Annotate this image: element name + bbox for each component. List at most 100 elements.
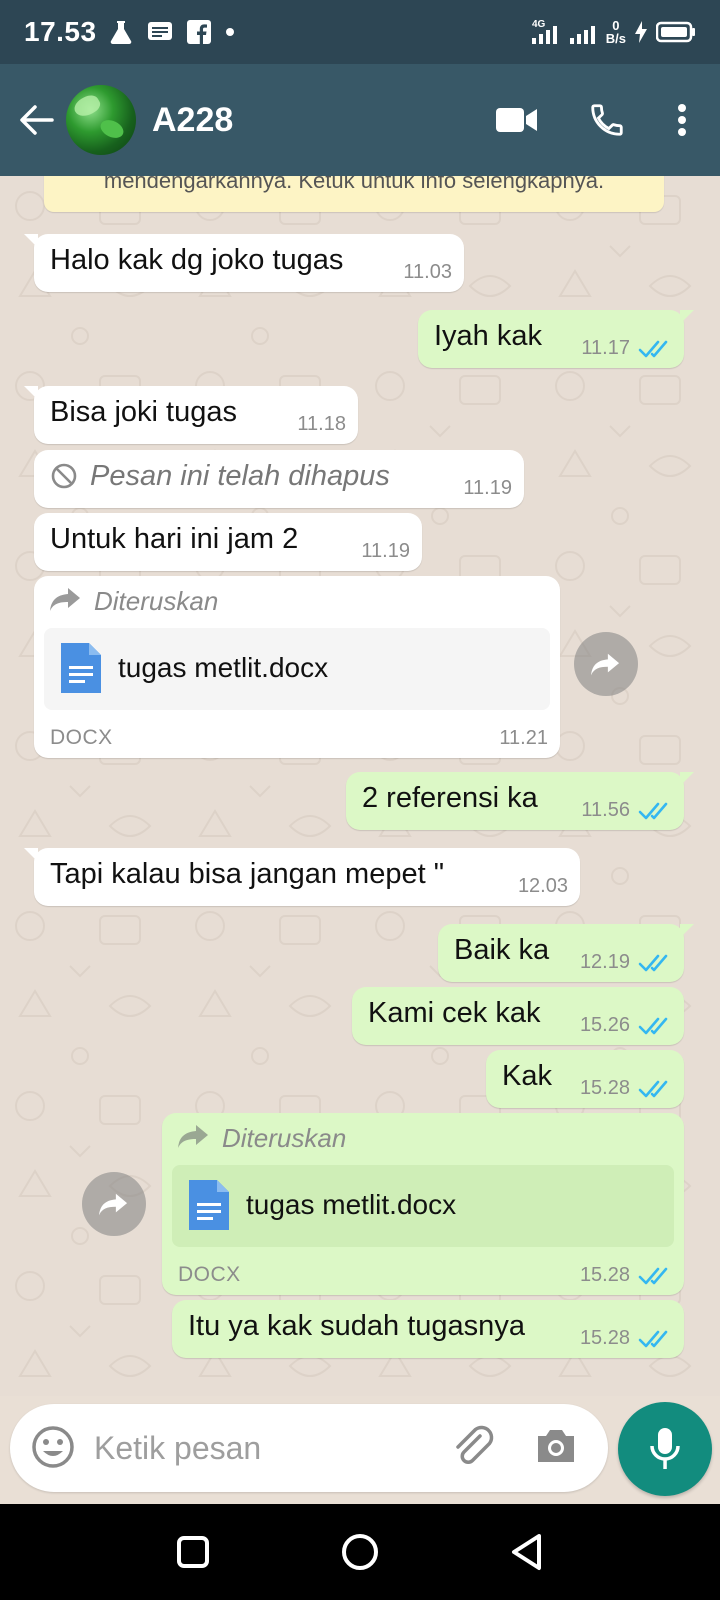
video-call-button[interactable]	[472, 85, 562, 155]
attach-button[interactable]	[450, 1424, 498, 1477]
message-input[interactable]	[94, 1422, 434, 1474]
message-bubble[interactable]: Halo kak dg joko tugas 11.03	[24, 234, 464, 292]
forwarded-label: Diteruskan	[222, 1123, 347, 1153]
bubble-tail	[24, 386, 38, 400]
voice-call-button[interactable]	[562, 85, 652, 155]
message-meta: 11.18	[297, 413, 346, 436]
message-text: Iyah kak	[434, 320, 542, 352]
recents-button[interactable]	[158, 1517, 228, 1587]
forward-share-button[interactable]	[574, 632, 638, 696]
message-bubble[interactable]: Iyah kak 11.17	[418, 310, 694, 368]
deleted-message-bubble[interactable]: Pesan ini telah dihapus 11.19	[34, 450, 524, 508]
home-circle-icon	[341, 1534, 378, 1570]
message-bubble[interactable]: Baik ka 12.19	[438, 924, 694, 982]
message-time: 15.26	[579, 1014, 630, 1036]
home-button[interactable]	[325, 1517, 395, 1587]
read-ticks-icon	[638, 1267, 668, 1284]
more-vert-icon	[678, 104, 686, 136]
back-arrow-icon	[20, 105, 54, 135]
message-text: Baik ka	[454, 934, 550, 966]
document-name: tugas metlit.docx	[118, 652, 329, 683]
status-bar: 17.53 4G 0 B/s	[0, 0, 720, 64]
bubble-tail	[680, 924, 694, 938]
chat-area[interactable]: mendengarkannya. Ketuk untuk info seleng…	[0, 176, 720, 1396]
document-attachment[interactable]: tugas metlit.docx	[172, 1165, 674, 1247]
phone-icon	[591, 104, 623, 136]
message-bubble[interactable]: 2 referensi ka 11.56	[346, 772, 694, 830]
status-time: 17.53	[24, 16, 97, 47]
message-meta: 12.19	[580, 951, 672, 974]
voice-record-button[interactable]	[618, 1402, 712, 1496]
message-meta: 15.28	[580, 1327, 672, 1350]
message-meta: 11.19	[463, 477, 512, 500]
forward-share-button[interactable]	[82, 1172, 146, 1236]
document-name: tugas metlit.docx	[246, 1189, 457, 1220]
message-time: 15.28	[579, 1264, 630, 1286]
read-ticks-icon	[638, 954, 668, 971]
microphone-icon	[650, 1428, 680, 1469]
message-time: 11.03	[403, 261, 452, 283]
facebook-icon	[186, 20, 211, 44]
share-arrow-icon	[591, 653, 620, 676]
read-ticks-icon	[638, 1017, 668, 1034]
more-options-button[interactable]	[652, 85, 712, 155]
message-meta: 15.26	[580, 1014, 672, 1037]
read-ticks-icon	[638, 1080, 668, 1097]
bubble-tail	[680, 310, 694, 324]
contact-name[interactable]: A228	[152, 101, 233, 140]
message-bubble[interactable]: Kami cek kak 15.26	[352, 987, 684, 1045]
video-call-icon	[496, 108, 537, 132]
battery-icon	[656, 21, 695, 43]
message-text: Kami cek kak	[368, 997, 541, 1029]
charging-icon	[635, 21, 647, 43]
emoji-button[interactable]	[30, 1424, 76, 1475]
message-text: Halo kak dg joko tugas	[50, 244, 344, 276]
signal-icon	[569, 26, 595, 44]
message-time: 11.19	[463, 477, 512, 499]
chat-header: A228	[0, 64, 720, 176]
document-attachment[interactable]: tugas metlit.docx	[44, 628, 550, 710]
document-type: DOCX	[50, 726, 113, 749]
message-time: 11.18	[297, 413, 346, 435]
message-text: Tapi kalau bisa jangan mepet "	[50, 858, 444, 890]
blocked-icon	[51, 463, 77, 489]
message-time: 11.56	[581, 799, 630, 821]
emoji-icon	[32, 1426, 74, 1468]
forward-arrow-icon	[178, 1125, 208, 1148]
header-actions	[472, 85, 720, 155]
document-type: DOCX	[178, 1263, 241, 1286]
message-time: 11.17	[581, 337, 630, 359]
camera-button[interactable]	[534, 1426, 578, 1471]
message-bubble[interactable]: Untuk hari ini jam 2 11.19	[34, 513, 422, 571]
message-time: 15.28	[579, 1077, 630, 1099]
forwarded-document-bubble[interactable]: Diteruskan tugas metlit.docx DOCX 15.28	[162, 1113, 684, 1295]
message-text: Bisa joki tugas	[50, 396, 237, 428]
message-meta: 11.56	[581, 799, 672, 822]
paperclip-icon	[456, 1425, 494, 1464]
avatar[interactable]	[66, 85, 136, 155]
read-ticks-icon	[638, 802, 668, 819]
back-button[interactable]	[6, 90, 66, 150]
message-bubble[interactable]: Kak 15.28	[486, 1050, 684, 1108]
net-speed-unit: B/s	[605, 31, 626, 46]
message-meta: 11.17	[581, 337, 672, 360]
message-composer	[10, 1404, 608, 1492]
message-time: 15.28	[579, 1327, 630, 1349]
forward-arrow-icon	[50, 588, 80, 611]
encryption-notice[interactable]: mendengarkannya. Ketuk untuk info seleng…	[44, 176, 664, 212]
system-navigation-bar	[0, 1504, 720, 1600]
notification-icons	[109, 19, 235, 45]
document-icon	[189, 1180, 229, 1230]
message-text: 2 referensi ka	[362, 782, 538, 814]
message-bubble[interactable]: Bisa joki tugas 11.18	[24, 386, 358, 444]
message-bubble[interactable]: Itu ya kak sudah tugasnya 15.28	[172, 1300, 684, 1358]
bubble-tail	[24, 848, 38, 862]
message-bubble[interactable]: Tapi kalau bisa jangan mepet " 12.03	[24, 848, 580, 906]
back-nav-button[interactable]	[492, 1517, 562, 1587]
forwarded-document-bubble[interactable]: Diteruskan tugas metlit.docx DOCX 11.21	[34, 576, 560, 758]
net-speed: 0 B/s	[606, 19, 626, 45]
message-meta: 15.28	[580, 1264, 672, 1287]
message-meta: 11.21	[499, 727, 548, 750]
notice-text: mendengarkannya. Ketuk untuk info seleng…	[103, 176, 605, 193]
message-text: Kak	[502, 1060, 552, 1092]
